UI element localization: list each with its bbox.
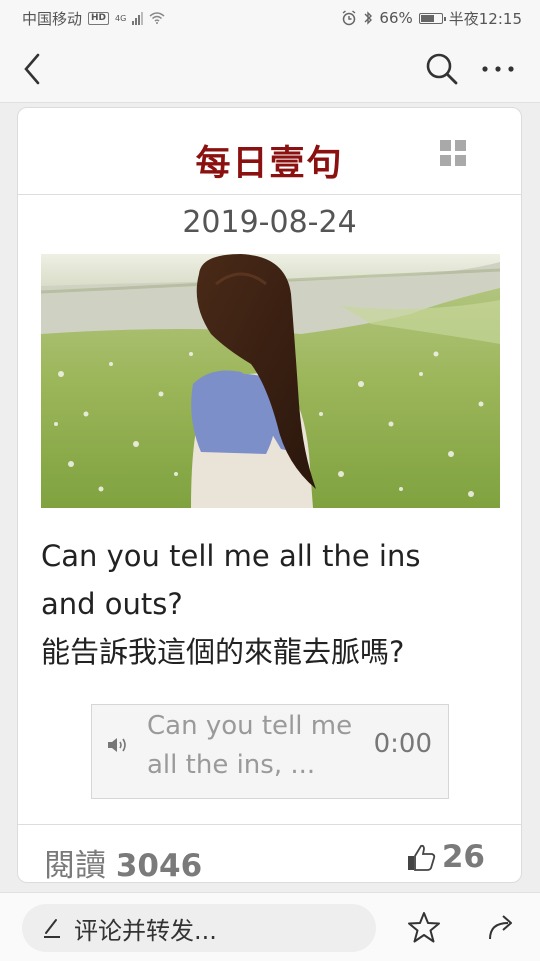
like-count: 26 bbox=[441, 839, 485, 875]
like-button[interactable]: 26 bbox=[406, 839, 485, 875]
status-bar: 中国移动 HD 4G 66% 半夜12:15 bbox=[0, 0, 540, 36]
alarm-icon bbox=[342, 10, 356, 26]
wifi-icon bbox=[149, 12, 165, 24]
speaker-icon[interactable] bbox=[106, 734, 130, 756]
comment-input[interactable]: 评论并转发... bbox=[22, 904, 376, 952]
read-count: 閱讀 3046 bbox=[44, 840, 203, 883]
quote-text: Can you tell me all the ins and outs? 能告… bbox=[41, 532, 501, 676]
audio-player[interactable]: Can you tell me all the ins, ... 0:00 bbox=[91, 704, 449, 799]
card-footer: 閱讀 3046 26 bbox=[18, 824, 521, 883]
search-button[interactable] bbox=[422, 49, 462, 89]
comment-placeholder: 评论并转发... bbox=[74, 916, 217, 945]
chevron-left-icon bbox=[24, 53, 40, 85]
status-right: 66% 半夜12:15 bbox=[341, 8, 522, 29]
daily-sentence-card: 每日壹句 2019-08-24 Can you tell me all the … bbox=[17, 107, 522, 883]
search-icon bbox=[426, 53, 458, 85]
battery-icon bbox=[418, 12, 446, 24]
pen-icon bbox=[44, 919, 60, 938]
quote-english-line2: and outs? bbox=[41, 587, 183, 621]
audio-title-line2: all the ins, ... bbox=[147, 750, 316, 780]
carrier-label: 中国移动 bbox=[22, 9, 83, 28]
star-icon bbox=[408, 912, 440, 943]
status-left: 中国移动 HD 4G bbox=[22, 8, 165, 29]
bottom-bar: 评论并转发... bbox=[0, 892, 540, 961]
audio-title: Can you tell me all the ins, ... bbox=[147, 707, 357, 785]
battery-percent: 66% bbox=[379, 9, 413, 27]
hd-badge: HD bbox=[88, 11, 110, 25]
thumbs-up-icon bbox=[407, 844, 436, 871]
network-label: 4G bbox=[115, 13, 127, 23]
share-arrow-icon bbox=[489, 915, 512, 940]
audio-title-line1: Can you tell me bbox=[147, 711, 353, 741]
post-date: 2019-08-24 bbox=[182, 205, 357, 240]
signal-icon bbox=[132, 11, 144, 25]
favorite-button[interactable] bbox=[406, 909, 442, 945]
cover-photo bbox=[41, 254, 500, 508]
grid-menu-icon[interactable] bbox=[440, 140, 466, 166]
share-button[interactable] bbox=[484, 909, 520, 945]
quote-english-line1: Can you tell me all the ins bbox=[41, 539, 421, 573]
back-button[interactable] bbox=[12, 49, 52, 89]
audio-time: 0:00 bbox=[373, 729, 432, 759]
bluetooth-icon bbox=[364, 11, 373, 25]
clock-time: 半夜12:15 bbox=[448, 9, 522, 28]
more-button[interactable] bbox=[478, 49, 518, 89]
more-dots-icon bbox=[482, 66, 514, 72]
top-nav bbox=[0, 36, 540, 103]
read-label: 閱讀 bbox=[44, 848, 106, 883]
card-header: 每日壹句 bbox=[18, 108, 521, 195]
read-count-value: 3046 bbox=[115, 848, 203, 883]
quote-chinese: 能告訴我這個的來龍去脈嗎? bbox=[41, 635, 405, 669]
